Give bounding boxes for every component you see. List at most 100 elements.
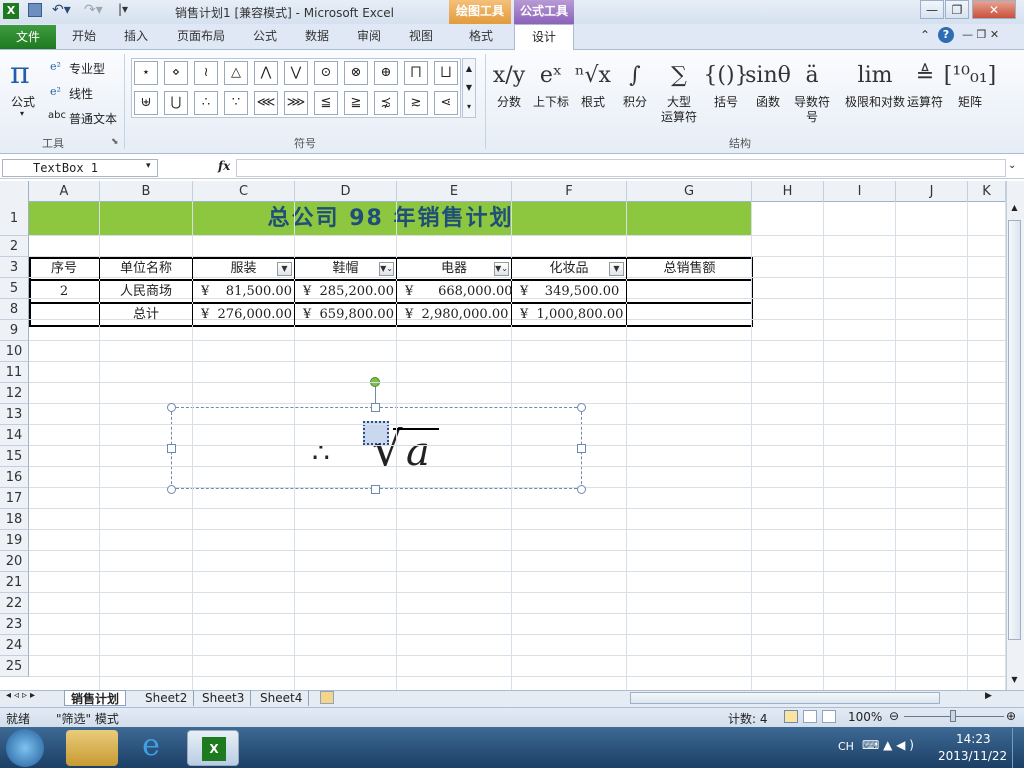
resize-handle[interactable]	[167, 444, 176, 453]
normal-view-icon[interactable]	[784, 710, 798, 723]
symbol-row1-2[interactable]: ≀	[194, 61, 218, 85]
row-header-1[interactable]: 1	[0, 202, 29, 236]
tab-design[interactable]: 设计	[514, 24, 574, 51]
symbol-row2-2[interactable]: ∴	[194, 91, 218, 115]
filter-dropdown-icon[interactable]: ▼⌄	[379, 262, 394, 276]
column-header-F[interactable]: F	[512, 181, 627, 202]
radicand[interactable]: a	[406, 430, 430, 474]
horizontal-scroll-thumb[interactable]	[630, 692, 940, 704]
tab-page-layout[interactable]: 页面布局	[177, 27, 225, 44]
customize-qat-icon[interactable]: |▾	[118, 2, 128, 16]
excel-app-icon[interactable]: X	[3, 3, 19, 19]
row-header-21[interactable]: 21	[0, 572, 29, 593]
close-button[interactable]: ✕	[972, 0, 1016, 19]
sheet-nav-arrows[interactable]: ◂◃▹▸	[6, 690, 38, 701]
linear-button[interactable]: 线性	[69, 85, 93, 102]
select-all-corner[interactable]	[0, 181, 29, 202]
zoom-level[interactable]: 100%	[848, 710, 882, 724]
row-header-14[interactable]: 14	[0, 425, 29, 446]
expand-formula-bar-icon[interactable]: ⌄	[1008, 160, 1016, 171]
symbol-row1-7[interactable]: ⊗	[344, 61, 368, 85]
symbol-row1-4[interactable]: ⋀	[254, 61, 278, 85]
table-cell-row8-6[interactable]	[627, 304, 752, 325]
symbol-row1-10[interactable]: ⨆	[434, 61, 458, 85]
excel-taskbar-icon[interactable]: X	[202, 737, 226, 761]
formula-input[interactable]	[236, 159, 1006, 177]
ribbon-controls[interactable]: ⌃	[920, 28, 930, 42]
symbol-row1-6[interactable]: ⊙	[314, 61, 338, 85]
table-cell-row5-3[interactable]: ¥ 285,200.00	[295, 281, 397, 302]
row-header-24[interactable]: 24	[0, 635, 29, 656]
symbol-row2-0[interactable]: ⊎	[134, 91, 158, 115]
column-header-C[interactable]: C	[193, 181, 295, 202]
symbol-row2-10[interactable]: ⋖	[434, 91, 458, 115]
filter-dropdown-icon[interactable]: ▼	[277, 262, 292, 276]
structure-button-1[interactable]: eˣ 上下标	[529, 55, 573, 110]
filter-dropdown-icon[interactable]: ▼⌄	[494, 262, 509, 276]
table-cell-row8-4[interactable]: ¥ 2,980,000.00	[397, 304, 512, 325]
row-header-9[interactable]: 9	[0, 320, 29, 341]
row-header-18[interactable]: 18	[0, 509, 29, 530]
table-cell-row5-4[interactable]: ¥ 668,000.00	[397, 281, 513, 302]
minimize-button[interactable]: —	[920, 0, 944, 19]
resize-handle[interactable]	[167, 403, 176, 412]
column-header-D[interactable]: D	[295, 181, 397, 202]
help-icon[interactable]: ?	[938, 27, 954, 43]
row-header-23[interactable]: 23	[0, 614, 29, 635]
table-cell-header-6[interactable]: 总销售额	[627, 258, 752, 279]
column-header-I[interactable]: I	[824, 181, 896, 202]
resize-handle[interactable]	[577, 485, 586, 494]
row-header-10[interactable]: 10	[0, 341, 29, 362]
row-header-12[interactable]: 12	[0, 383, 29, 404]
sheet-tab-3[interactable]: Sheet3	[196, 690, 252, 706]
tray-icons[interactable]: ⌨ ▲ ◀ )	[862, 738, 914, 752]
resize-handle[interactable]	[577, 403, 586, 412]
symbol-row2-7[interactable]: ≧	[344, 91, 368, 115]
resize-handle[interactable]	[371, 403, 380, 412]
row-header-11[interactable]: 11	[0, 362, 29, 383]
symbol-row1-0[interactable]: ⋆	[134, 61, 158, 85]
tab-data[interactable]: 数据	[305, 27, 329, 44]
scroll-thumb[interactable]	[1008, 220, 1021, 640]
sheet-tab-sales[interactable]: 销售计划	[64, 690, 127, 706]
tab-view[interactable]: 视图	[409, 27, 433, 44]
row-header-8[interactable]: 8	[0, 299, 29, 320]
symbol-row2-3[interactable]: ∵	[224, 91, 248, 115]
structure-button-3[interactable]: ∫ 积分	[613, 55, 657, 110]
insert-function-icon[interactable]: fx	[218, 159, 230, 173]
row-header-17[interactable]: 17	[0, 488, 29, 509]
column-header-K[interactable]: K	[968, 181, 1006, 202]
chevron-down-icon[interactable]: ▾	[20, 109, 24, 118]
row-header-15[interactable]: 15	[0, 446, 29, 467]
row-header-3[interactable]: 3	[0, 257, 29, 278]
tab-format[interactable]: 格式	[469, 27, 493, 44]
undo-icon[interactable]: ↶▾	[52, 2, 71, 18]
therefore-symbol[interactable]: ∴	[312, 436, 330, 469]
table-cell-row8-0[interactable]	[29, 304, 100, 325]
page-break-view-icon[interactable]	[822, 710, 836, 723]
sheet-tab-4[interactable]: Sheet4	[254, 690, 310, 706]
equation-button-label[interactable]: 公式	[11, 93, 35, 110]
sheet-banner-title[interactable]: 总公司 98 年销售计划	[29, 202, 752, 236]
show-desktop-button[interactable]	[1012, 728, 1024, 768]
column-header-E[interactable]: E	[397, 181, 512, 202]
symbol-row2-6[interactable]: ≦	[314, 91, 338, 115]
structure-button-7[interactable]: ä 导数符号	[790, 55, 834, 125]
column-header-H[interactable]: H	[752, 181, 824, 202]
tab-home[interactable]: 开始	[72, 27, 96, 44]
save-icon[interactable]	[28, 3, 42, 17]
column-header-J[interactable]: J	[896, 181, 968, 202]
tab-insert[interactable]: 插入	[124, 27, 148, 44]
table-cell-row8-5[interactable]: ¥ 1,000,800.00	[512, 304, 627, 325]
insert-sheet-icon[interactable]	[320, 691, 334, 704]
symbol-row1-8[interactable]: ⊕	[374, 61, 398, 85]
structure-button-0[interactable]: x/y 分数	[487, 55, 531, 110]
gallery-scroll-control[interactable]: ▲ ▼ ▾	[462, 58, 476, 118]
table-cell-row5-2[interactable]: ¥ 81,500.00	[193, 281, 295, 302]
structure-button-5[interactable]: {()} 括号	[703, 55, 748, 110]
professional-button[interactable]: 专业型	[69, 60, 105, 77]
symbol-row2-1[interactable]: ⋃	[164, 91, 188, 115]
symbol-row2-5[interactable]: ⋙	[284, 91, 308, 115]
clock-time[interactable]: 14:23	[956, 732, 991, 746]
scroll-up-icon[interactable]: ▲	[1008, 203, 1021, 217]
